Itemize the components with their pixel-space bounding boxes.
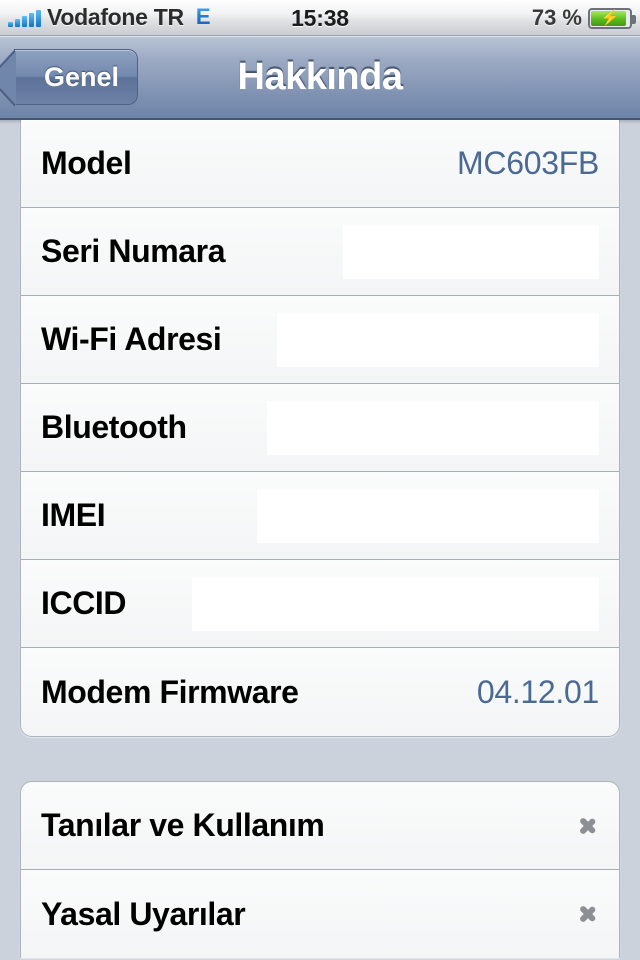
table-row: Bluetooth xyxy=(21,384,619,472)
battery-cap xyxy=(632,14,636,24)
settings-table-view[interactable]: Model MC603FB Seri Numara Wi-Fi Adresi Bluet… xyxy=(0,120,640,960)
charging-bolt-icon: ⚡ xyxy=(600,9,620,27)
table-row[interactable]: Tanılar ve Kullanım xyxy=(21,782,619,870)
row-label: Model xyxy=(41,145,132,181)
chevron-right-icon xyxy=(579,897,599,931)
row-value: MC603FB xyxy=(457,145,599,181)
row-label: Seri Numara xyxy=(41,233,226,269)
redacted-value-box xyxy=(277,312,599,367)
row-label: Bluetooth xyxy=(41,409,187,445)
status-bar-right: 73 % ⚡ xyxy=(531,0,636,36)
row-label: Modem Firmware xyxy=(41,673,299,710)
back-button-label: Genel xyxy=(44,61,120,92)
iphone-settings-about-screen: Vodafone TR E 15:38 73 % ⚡ Genel Hakkınd… xyxy=(0,0,640,960)
row-label: Tanılar ve Kullanım xyxy=(41,807,325,843)
row-value: 04.12.01 xyxy=(476,673,599,710)
table-row[interactable]: Yasal Uyarılar xyxy=(21,870,619,958)
table-row: IMEI xyxy=(21,472,619,560)
chevron-right-icon xyxy=(579,809,599,843)
table-row: Model MC603FB xyxy=(21,120,619,208)
table-row: Seri Numara xyxy=(21,208,619,296)
redacted-value-box xyxy=(343,224,599,279)
row-label: Yasal Uyarılar xyxy=(41,895,246,932)
navigation-bar: Genel Hakkında xyxy=(0,36,640,120)
battery-icon: ⚡ xyxy=(588,7,636,29)
table-row: Wi-Fi Adresi xyxy=(21,296,619,384)
row-label: Wi-Fi Adresi xyxy=(41,321,222,357)
status-bar: Vodafone TR E 15:38 73 % ⚡ xyxy=(0,0,640,36)
row-label: IMEI xyxy=(41,497,106,533)
table-row: Modem Firmware 04.12.01 xyxy=(21,648,619,736)
battery-percent-label: 73 % xyxy=(531,5,582,30)
section-device-info: Model MC603FB Seri Numara Wi-Fi Adresi Bluet… xyxy=(20,120,620,737)
section-diagnostics: Tanılar ve Kullanım Yasal Uyarılar xyxy=(20,781,620,958)
redacted-value-box xyxy=(192,576,599,631)
row-label: ICCID xyxy=(41,585,127,621)
redacted-value-box xyxy=(257,488,599,543)
redacted-value-box xyxy=(267,400,599,455)
table-row: ICCID xyxy=(21,560,619,648)
